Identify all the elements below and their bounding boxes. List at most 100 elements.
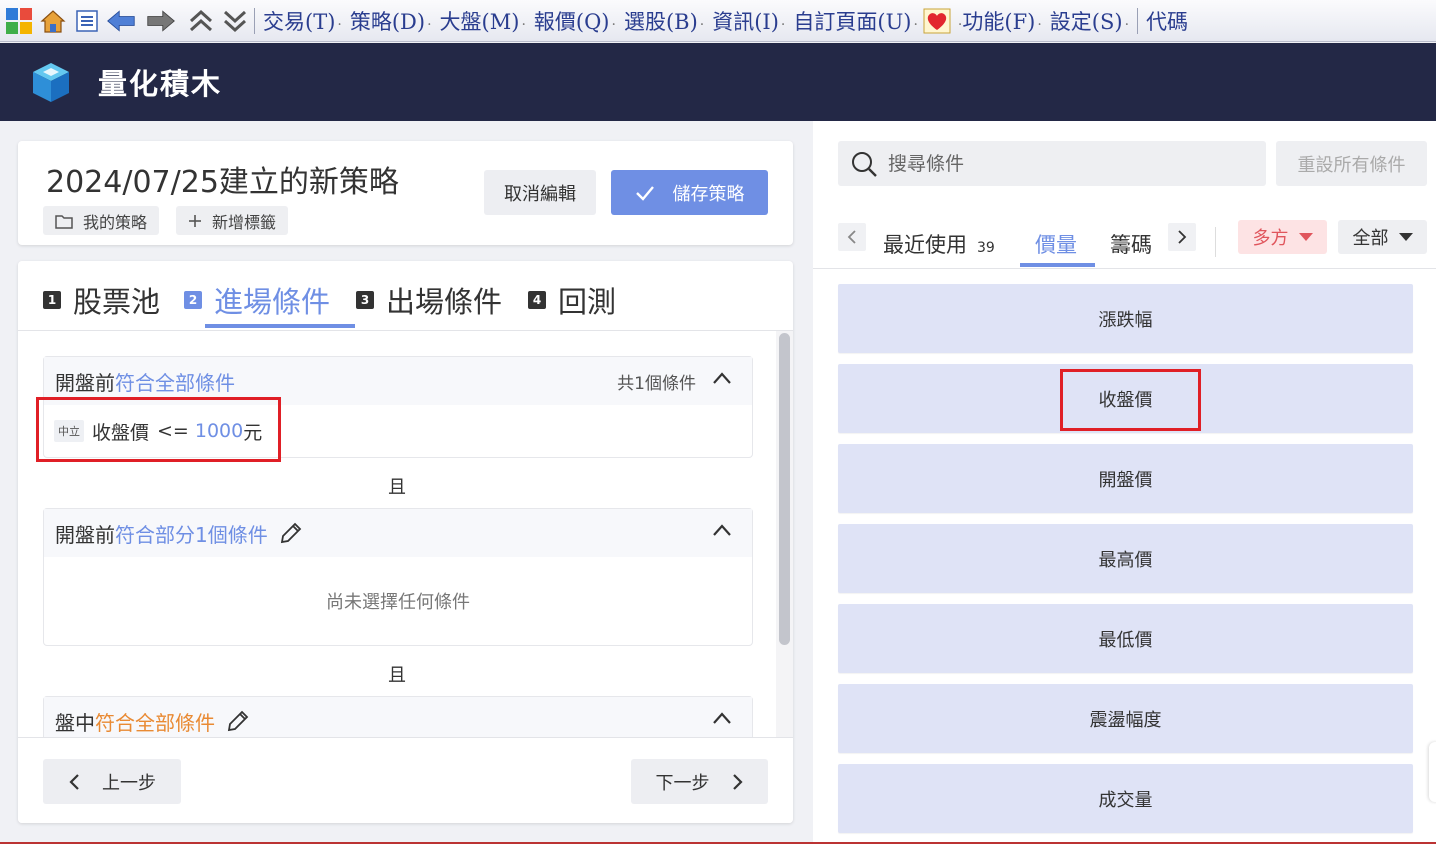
- chevron-right-icon: [1178, 230, 1187, 244]
- step-label: 股票池: [73, 285, 161, 319]
- condition-option-low-price[interactable]: 最低價: [838, 604, 1413, 673]
- menu-list: 交易(T) · 策略(D) · 大盤(M) · 報價(Q) · 選股(B) · 資訊(I)…: [259, 6, 1192, 36]
- side-drawer-tab[interactable]: [1429, 742, 1436, 802]
- app-header: 量化積木: [0, 43, 1436, 121]
- group-prefix: 開盤前: [55, 522, 115, 547]
- scope-filter-dropdown[interactable]: 全部: [1338, 220, 1427, 254]
- tab-count: 39: [977, 240, 995, 256]
- tab-recently-used[interactable]: 最近使用 39: [883, 229, 995, 259]
- tab-price-volume[interactable]: 價量: [1035, 229, 1077, 259]
- group-prefix: 盤中: [55, 710, 95, 735]
- condition-group-preopen-partial: 開盤前 符合部分1個條件 尚未選擇任何條件: [43, 508, 753, 646]
- menu-market[interactable]: 大盤(M) ·: [436, 6, 530, 36]
- wizard-footer: 上一步 下一步: [18, 737, 793, 823]
- and-separator: 且: [388, 665, 406, 686]
- tabs-divider: [1215, 227, 1216, 257]
- step-number: 1: [43, 291, 61, 309]
- pencil-edit-icon[interactable]: [225, 708, 251, 734]
- menu-quote[interactable]: 報價(Q) ·: [530, 6, 620, 36]
- menu-custom-page[interactable]: 自訂頁面(U) ·: [789, 6, 922, 36]
- app-title: 量化積木: [98, 67, 223, 101]
- folder-icon: [55, 213, 73, 229]
- chevron-left-icon: [847, 230, 856, 244]
- double-down-icon[interactable]: [220, 6, 250, 36]
- pencil-edit-icon[interactable]: [278, 520, 304, 546]
- save-strategy-button[interactable]: 儲存策略: [611, 170, 768, 215]
- highlight-box-close-price: [1060, 369, 1201, 431]
- step-number: 2: [184, 291, 202, 309]
- condition-group-header[interactable]: 開盤前 符合部分1個條件: [44, 509, 752, 557]
- step-label: 回測: [558, 285, 617, 319]
- folder-label: 我的策略: [83, 212, 148, 232]
- step-tab-exit-conditions[interactable]: 3 出場條件: [356, 279, 502, 321]
- home-icon[interactable]: [38, 6, 68, 36]
- save-strategy-label: 儲存策略: [672, 183, 745, 205]
- plus-icon: [188, 214, 202, 228]
- caret-down-icon: [1298, 233, 1313, 241]
- tab-chips[interactable]: 籌碼: [1110, 229, 1152, 259]
- condition-option-amplitude[interactable]: 震盪幅度: [838, 684, 1413, 753]
- menu-function[interactable]: ·功能(F) ·: [952, 6, 1046, 36]
- menu-settings[interactable]: 設定(S) ·: [1046, 6, 1133, 36]
- chevron-up-icon[interactable]: [712, 523, 732, 537]
- direction-filter-value: 多方: [1252, 228, 1289, 249]
- chevron-left-icon: [68, 773, 80, 791]
- favorite-heart-icon[interactable]: [922, 6, 952, 36]
- condition-option-open-price[interactable]: 開盤價: [838, 444, 1413, 513]
- folder-chip[interactable]: 我的策略: [43, 206, 160, 235]
- condition-option-high-price[interactable]: 最高價: [838, 524, 1413, 593]
- search-input[interactable]: [888, 152, 1248, 175]
- strategy-title[interactable]: 2024/07/25建立的新策略: [46, 157, 399, 201]
- step-tab-entry-conditions[interactable]: 2 進場條件: [184, 279, 330, 321]
- chevron-up-icon[interactable]: [712, 711, 732, 725]
- search-icon: [850, 150, 878, 178]
- group-rule: 符合部分1個條件: [115, 522, 268, 547]
- menu-code[interactable]: 代碼: [1142, 6, 1192, 36]
- step-tabs: 1 股票池 2 進場條件 3 出場條件 4 回測: [18, 261, 793, 331]
- cancel-edit-button[interactable]: 取消編輯: [484, 170, 596, 215]
- tabs-scroll-right-button[interactable]: [1168, 223, 1196, 251]
- back-arrow-icon[interactable]: [106, 6, 136, 36]
- menu-info[interactable]: 資訊(I) ·: [708, 6, 789, 36]
- condition-picker-panel: 重設所有條件 最近使用39 價量 籌碼 多方 全部 漲跌幅 收盤價 開盤價 最高…: [813, 121, 1436, 844]
- strategy-editor-card: 1 股票池 2 進場條件 3 出場條件 4 回測 開盤前 符合全部條件 共1個條件: [18, 261, 793, 823]
- step-number: 4: [528, 291, 546, 309]
- step-tab-backtest[interactable]: 4 回測: [528, 279, 616, 321]
- menu-trade[interactable]: 交易(T) ·: [259, 6, 346, 36]
- menu-strategy[interactable]: 策略(D) ·: [346, 6, 436, 36]
- next-step-label: 下一步: [655, 772, 710, 794]
- windows-grid-icon[interactable]: [4, 6, 34, 36]
- reset-all-conditions-button[interactable]: 重設所有條件: [1276, 141, 1427, 186]
- list-document-icon[interactable]: [72, 6, 102, 36]
- direction-filter-dropdown[interactable]: 多方: [1238, 220, 1327, 254]
- empty-conditions-message: 尚未選擇任何條件: [326, 592, 470, 613]
- tab-label: 籌碼: [1110, 233, 1152, 257]
- tabs-scroll-left-button[interactable]: [838, 223, 866, 251]
- strategy-header-card: 2024/07/25建立的新策略 我的策略 新增標籤 取消編輯 儲存策略: [18, 141, 793, 245]
- highlight-box-condition: [36, 397, 281, 462]
- condition-group-intraday-all: 盤中 符合全部條件: [43, 696, 753, 737]
- forward-arrow-icon[interactable]: [146, 6, 176, 36]
- group-rule: 符合全部條件: [115, 370, 235, 395]
- menu-separator: [254, 7, 255, 34]
- category-tabs: 最近使用 39 價量 籌碼 多方 全部: [813, 209, 1436, 269]
- double-up-icon[interactable]: [186, 6, 216, 36]
- step-number: 3: [356, 291, 374, 309]
- chevron-right-icon: [732, 773, 744, 791]
- active-step-underline: [205, 324, 355, 328]
- condition-option-price-change[interactable]: 漲跌幅: [838, 284, 1413, 353]
- menu-separator: [1137, 7, 1139, 34]
- previous-step-button[interactable]: 上一步: [43, 759, 181, 804]
- condition-option-volume[interactable]: 成交量: [838, 764, 1413, 833]
- conditions-scroll-area: 開盤前 符合全部條件 共1個條件 中立 收盤價 <= 1000 元 且 開盤前 符合…: [18, 332, 793, 737]
- search-box[interactable]: [838, 141, 1266, 186]
- menu-stock-picking[interactable]: 選股(B) ·: [620, 6, 708, 36]
- scrollbar-thumb[interactable]: [779, 333, 790, 645]
- step-tab-stock-pool[interactable]: 1 股票池: [43, 279, 160, 321]
- condition-group-header[interactable]: 盤中 符合全部條件: [44, 697, 752, 737]
- next-step-button[interactable]: 下一步: [631, 759, 768, 804]
- chevron-up-icon[interactable]: [712, 371, 732, 385]
- add-tag-label: 新增標籤: [212, 212, 277, 232]
- caret-down-icon: [1398, 233, 1413, 241]
- add-tag-button[interactable]: 新增標籤: [176, 206, 289, 235]
